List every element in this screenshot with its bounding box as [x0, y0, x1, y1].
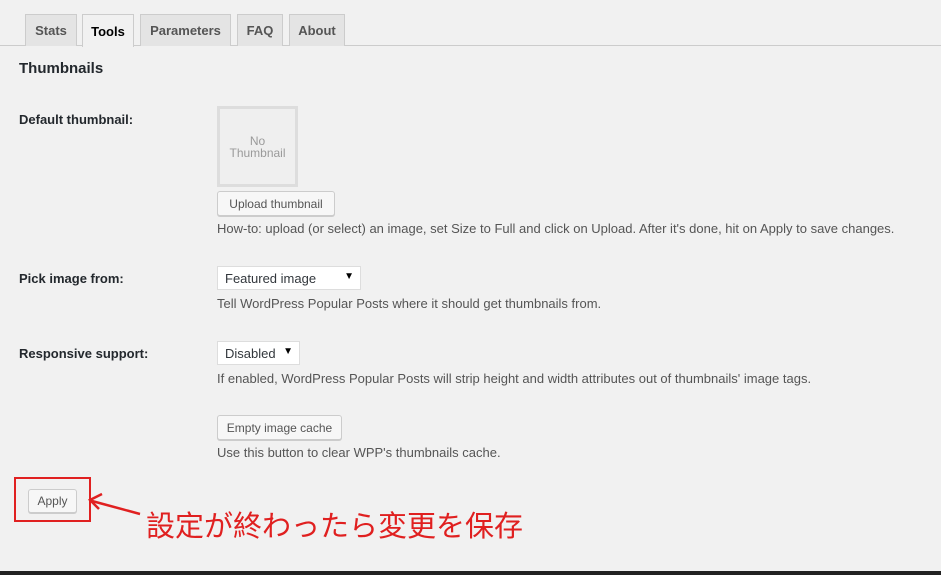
- tab-parameters[interactable]: Parameters: [140, 14, 231, 46]
- thumbnail-placeholder-line1: No: [249, 133, 266, 148]
- thumbnail-preview: No Thumbnail: [217, 106, 298, 187]
- section-title: Thumbnails: [19, 60, 104, 77]
- responsive-support-select[interactable]: Disabled ▼: [217, 341, 300, 365]
- thumbnail-placeholder-line2: Thumbnail: [229, 145, 286, 160]
- tab-tools[interactable]: Tools: [82, 14, 134, 47]
- responsive-support-help: If enabled, WordPress Popular Posts will…: [217, 371, 812, 386]
- pick-image-select[interactable]: Featured image ▼: [217, 266, 361, 290]
- tab-label: Parameters: [150, 23, 221, 38]
- tab-label: Stats: [35, 23, 67, 38]
- tab-bar: Stats Tools Parameters FAQ About: [0, 0, 941, 47]
- bottom-edge: [0, 571, 941, 575]
- pick-image-selected: Featured image: [225, 270, 317, 286]
- responsive-support-label: Responsive support:: [19, 346, 149, 361]
- chevron-down-icon: ▼: [283, 346, 293, 357]
- tab-about[interactable]: About: [289, 14, 345, 46]
- tab-label: FAQ: [246, 23, 274, 38]
- arrow-icon: [87, 492, 141, 516]
- default-thumbnail-label: Default thumbnail:: [19, 112, 134, 127]
- responsive-selected: Disabled: [225, 345, 276, 361]
- default-thumbnail-help: How-to: upload (or select) an image, set…: [217, 221, 895, 236]
- chevron-down-icon: ▼: [344, 271, 354, 282]
- pick-image-label: Pick image from:: [19, 271, 124, 286]
- upload-thumbnail-button[interactable]: Upload thumbnail: [217, 191, 335, 216]
- tab-label: About: [298, 23, 336, 38]
- empty-image-cache-button[interactable]: Empty image cache: [217, 415, 342, 440]
- apply-button[interactable]: Apply: [28, 489, 77, 513]
- pick-image-help: Tell WordPress Popular Posts where it sh…: [217, 296, 602, 311]
- tab-faq[interactable]: FAQ: [237, 14, 283, 46]
- empty-cache-help: Use this button to clear WPP's thumbnail…: [217, 445, 501, 460]
- tab-label: Tools: [91, 23, 125, 39]
- annotation-text: 設定が終わったら変更を保存: [146, 509, 524, 543]
- tab-stats[interactable]: Stats: [25, 14, 77, 46]
